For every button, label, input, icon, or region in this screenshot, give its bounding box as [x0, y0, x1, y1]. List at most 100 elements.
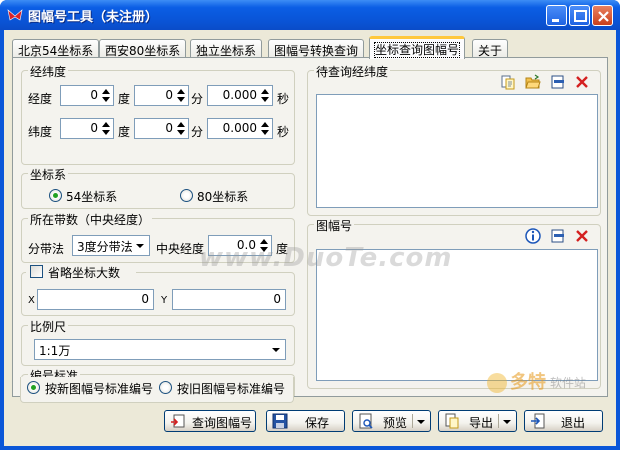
y-label: Y	[161, 295, 168, 306]
save-label: 保存	[305, 416, 330, 430]
chevron-down-icon[interactable]	[503, 420, 511, 424]
pending-latlon-group: 待查询经纬度	[307, 63, 601, 216]
spinner-arrows-icon[interactable]	[175, 120, 187, 137]
radio-80-label[interactable]: 80坐标系	[197, 188, 248, 205]
chevron-down-icon[interactable]	[268, 341, 284, 358]
pending-latlon-list[interactable]	[316, 94, 598, 208]
tab-about[interactable]: 关于	[472, 39, 509, 58]
spin-value: 0.000	[222, 88, 257, 102]
tab-beijing54[interactable]: 北京54坐标系	[12, 39, 100, 58]
close-icon	[598, 11, 609, 22]
spin-value: 0.000	[222, 121, 257, 135]
delete-icon[interactable]	[574, 74, 590, 90]
paste-icon[interactable]	[500, 74, 516, 90]
title-bar[interactable]: 图幅号工具（未注册）	[0, 0, 620, 30]
remove-item-icon[interactable]	[550, 74, 566, 90]
sheet-number-title: 图幅号	[314, 217, 355, 234]
coord-system-title: 坐标系	[28, 166, 69, 183]
degree-unit: 度	[118, 125, 131, 139]
zone-method-label: 分带法	[28, 242, 65, 256]
window-title: 图幅号工具（未注册）	[28, 10, 159, 25]
tab-xian80[interactable]: 西安80坐标系	[99, 39, 187, 58]
numbering-standard-options: 按新图幅号标准编号 按旧图幅号标准编号	[20, 377, 294, 403]
maximize-button[interactable]	[569, 5, 590, 26]
minute-unit: 分	[191, 125, 204, 139]
radio-54[interactable]	[49, 189, 62, 202]
spin-value: 0	[90, 121, 98, 135]
x-label: X	[28, 295, 35, 306]
chevron-down-icon[interactable]	[417, 420, 425, 424]
select-value: 3度分带法	[77, 240, 133, 254]
radio-new-standard[interactable]	[27, 381, 40, 394]
minimize-icon	[552, 19, 559, 22]
central-meridian-label: 中央经度	[156, 242, 205, 256]
remove-item-icon[interactable]	[550, 228, 566, 244]
latlon-group-title: 经纬度	[28, 63, 69, 80]
dropdown-separator	[498, 414, 499, 428]
info-icon[interactable]	[525, 228, 541, 244]
omit-coordinate-checkbox[interactable]	[30, 265, 43, 278]
tab-label: 关于	[478, 44, 503, 58]
spinner-arrows-icon[interactable]	[259, 87, 271, 104]
spinner-arrows-icon[interactable]	[175, 87, 187, 104]
tab-label: 坐标查询图幅号	[373, 42, 461, 58]
exit-icon	[531, 413, 545, 429]
brand-name: 多特	[510, 372, 546, 393]
degree-unit: 度	[118, 92, 131, 106]
spinner-arrows-icon[interactable]	[100, 120, 112, 137]
radio-new-standard-label[interactable]: 按新图幅号标准编号	[45, 380, 153, 397]
tab-independent[interactable]: 独立坐标系	[190, 39, 263, 58]
scale-group-title: 比例尺	[28, 318, 69, 335]
brand-watermark: 多特 软件站	[486, 368, 614, 404]
delete-icon[interactable]	[574, 228, 590, 244]
tab-label: 北京54坐标系	[18, 44, 94, 58]
save-icon	[272, 413, 288, 429]
longitude-degree-spin[interactable]: 0	[60, 85, 114, 106]
minimize-button[interactable]	[546, 5, 567, 26]
coord-system-group: 坐标系 54坐标系 80坐标系	[21, 166, 295, 209]
radio-54-label[interactable]: 54坐标系	[66, 188, 117, 205]
tab-page: 经纬度 经度 0 度 0 分 0.000 秒 纬度 0 度 0 分 0.000 …	[12, 57, 608, 397]
zone-method-select[interactable]: 3度分带法	[72, 235, 150, 256]
scale-select[interactable]: 1:1万	[34, 339, 286, 360]
latitude-second-spin[interactable]: 0.000	[207, 118, 273, 139]
app-window: 图幅号工具（未注册） 北京54坐标系 西安80坐标系 独立坐标系 图幅号转换查询…	[0, 0, 620, 450]
longitude-label: 经度	[28, 92, 53, 106]
latitude-label: 纬度	[28, 125, 53, 139]
save-button[interactable]: 保存	[266, 410, 345, 432]
brand-logo-icon	[487, 373, 507, 393]
omit-coordinate-label[interactable]: 省略坐标大数	[48, 264, 120, 281]
maximize-icon	[574, 10, 587, 22]
tab-coord-query[interactable]: 坐标查询图幅号	[369, 36, 466, 59]
x-input[interactable]: 0	[37, 289, 154, 310]
close-window-button[interactable]	[592, 5, 613, 26]
second-unit: 秒	[277, 125, 290, 139]
second-unit: 秒	[277, 92, 290, 106]
query-sheet-button[interactable]: 查询图幅号	[164, 410, 256, 432]
radio-old-standard[interactable]	[159, 381, 172, 394]
tab-sheet-convert[interactable]: 图幅号转换查询	[268, 39, 365, 58]
latitude-minute-spin[interactable]: 0	[134, 118, 189, 139]
dropdown-separator	[412, 414, 413, 428]
y-input[interactable]: 0	[172, 289, 286, 310]
chevron-down-icon[interactable]	[132, 237, 148, 254]
spinner-arrows-icon[interactable]	[100, 87, 112, 104]
preview-label: 预览	[383, 416, 408, 430]
preview-button[interactable]: 预览	[352, 410, 431, 432]
radio-80[interactable]	[180, 189, 193, 202]
x-value: 0	[141, 292, 149, 306]
longitude-minute-spin[interactable]: 0	[134, 85, 189, 106]
open-folder-icon[interactable]	[525, 74, 541, 90]
scale-group: 比例尺 1:1万	[21, 318, 295, 366]
exit-button[interactable]: 退出	[524, 410, 603, 432]
latitude-degree-spin[interactable]: 0	[60, 118, 114, 139]
client-area: 北京54坐标系 西安80坐标系 独立坐标系 图幅号转换查询 坐标查询图幅号 关于…	[4, 30, 616, 446]
tab-label: 图幅号转换查询	[274, 44, 359, 58]
query-sheet-label: 查询图幅号	[192, 416, 253, 430]
longitude-second-spin[interactable]: 0.000	[207, 85, 273, 106]
export-button[interactable]: 导出	[438, 410, 517, 432]
radio-old-standard-label[interactable]: 按旧图幅号标准编号	[177, 380, 285, 397]
latlon-group: 经纬度 经度 0 度 0 分 0.000 秒 纬度 0 度 0 分 0.000 …	[21, 63, 295, 165]
spinner-arrows-icon[interactable]	[259, 120, 271, 137]
zone-group-title: 所在带数（中央经度）	[28, 211, 153, 228]
